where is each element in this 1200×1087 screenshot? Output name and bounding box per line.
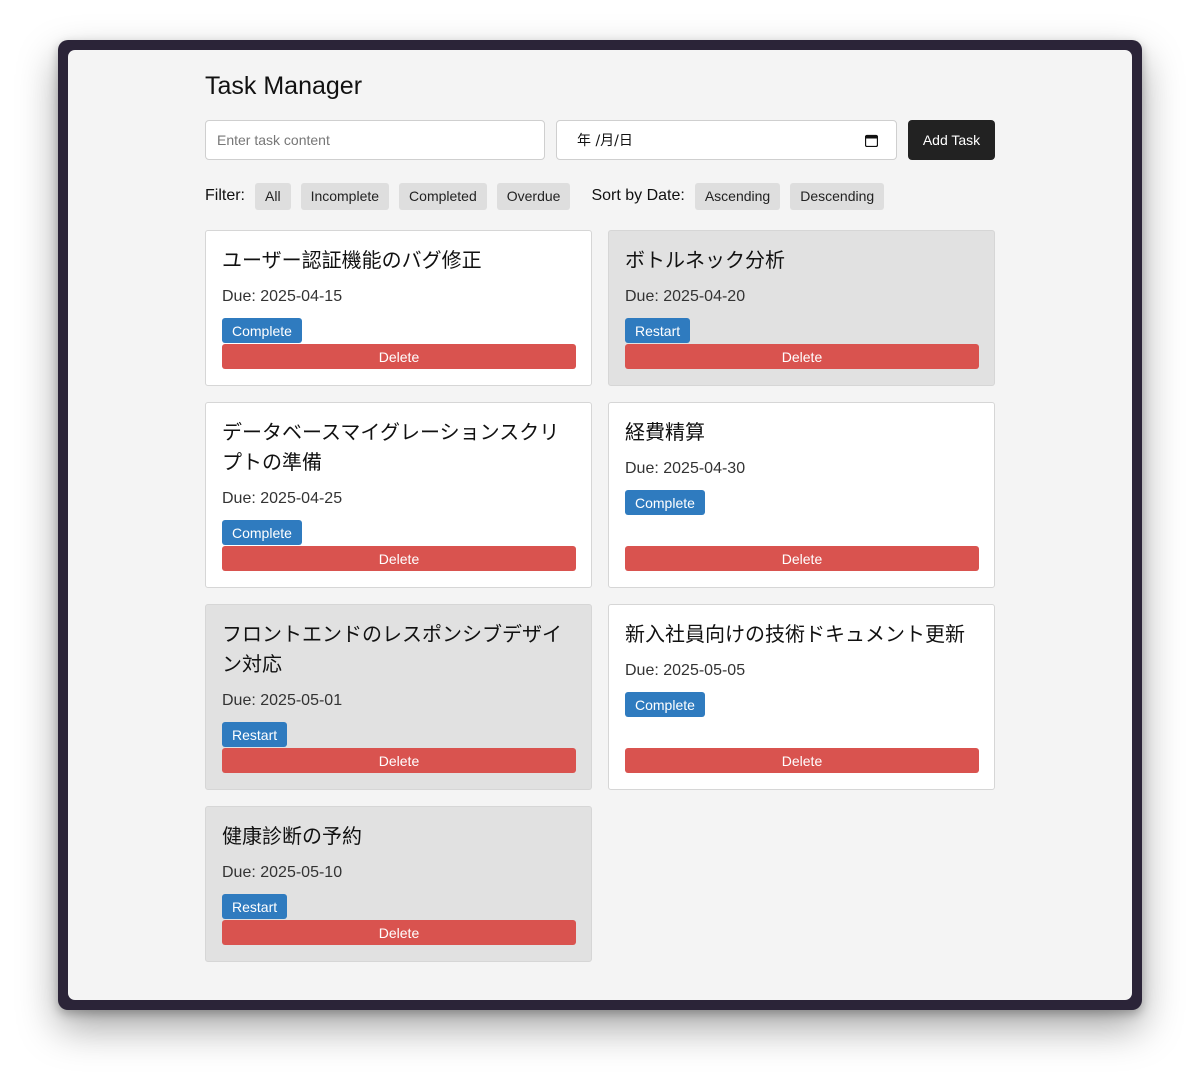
task-card: 新入社員向けの技術ドキュメント更新 Due: 2025-05-05 Comple… bbox=[608, 604, 995, 790]
task-card: ボトルネック分析 Due: 2025-04-20 Restart Delete bbox=[608, 230, 995, 386]
delete-button[interactable]: Delete bbox=[222, 920, 576, 945]
task-title: フロントエンドのレスポンシブデザイン対応 bbox=[222, 624, 562, 676]
delete-button[interactable]: Delete bbox=[625, 344, 979, 369]
page-title: Task Manager bbox=[205, 72, 363, 100]
task-card: データベースマイグレーションスクリプトの準備 Due: 2025-04-25 C… bbox=[205, 402, 592, 588]
delete-button[interactable]: Delete bbox=[625, 748, 979, 773]
sort-label: Sort by Date: bbox=[591, 187, 685, 204]
browser-window: Task Manager 年 /月/日 Add Task Filter: A bbox=[68, 50, 1132, 1000]
filter-overdue-button[interactable]: Overdue bbox=[496, 182, 571, 210]
delete-button[interactable]: Delete bbox=[222, 748, 576, 773]
sort-descending-button[interactable]: Descending bbox=[790, 182, 885, 210]
filter-all-button[interactable]: All bbox=[255, 182, 291, 210]
task-title: 新入社員向けの技術ドキュメント更新 bbox=[625, 624, 965, 646]
restart-button[interactable]: Restart bbox=[625, 318, 691, 343]
add-task-form: 年 /月/日 Add Task bbox=[205, 120, 995, 162]
task-due-date: Due: 2025-05-01 bbox=[222, 692, 343, 709]
window-frame: Task Manager 年 /月/日 Add Task Filter: A bbox=[58, 40, 1142, 1010]
delete-button[interactable]: Delete bbox=[222, 344, 576, 369]
task-card: フロントエンドのレスポンシブデザイン対応 Due: 2025-05-01 Res… bbox=[205, 604, 592, 790]
delete-button[interactable]: Delete bbox=[222, 546, 576, 571]
task-due-date: Due: 2025-04-15 bbox=[222, 288, 343, 305]
task-card: 経費精算 Due: 2025-04-30 Complete Delete bbox=[608, 402, 995, 588]
task-title: 経費精算 bbox=[625, 422, 705, 444]
due-date-input[interactable]: 年 /月/日 bbox=[556, 120, 897, 160]
date-placeholder: 年 /月/日 bbox=[577, 133, 633, 149]
task-card: 健康診断の予約 Due: 2025-05-10 Restart Delete bbox=[205, 806, 592, 962]
add-task-button[interactable]: Add Task bbox=[908, 120, 995, 160]
task-content-input[interactable] bbox=[205, 120, 545, 160]
task-title: 健康診断の予約 bbox=[222, 826, 362, 848]
calendar-icon[interactable] bbox=[864, 134, 879, 147]
filter-completed-button[interactable]: Completed bbox=[399, 182, 487, 210]
filter-sort-bar: Filter: All Incomplete Completed Overdue… bbox=[205, 182, 894, 210]
restart-button[interactable]: Restart bbox=[222, 894, 288, 919]
task-title: データベースマイグレーションスクリプトの準備 bbox=[222, 422, 560, 474]
task-due-date: Due: 2025-05-05 bbox=[625, 662, 746, 679]
complete-button[interactable]: Complete bbox=[625, 490, 705, 515]
sort-ascending-button[interactable]: Ascending bbox=[694, 182, 781, 210]
complete-button[interactable]: Complete bbox=[222, 318, 302, 343]
task-title: ユーザー認証機能のバグ修正 bbox=[222, 250, 482, 272]
filter-incomplete-button[interactable]: Incomplete bbox=[300, 182, 390, 210]
task-due-date: Due: 2025-05-10 bbox=[222, 864, 343, 881]
task-due-date: Due: 2025-04-30 bbox=[625, 460, 746, 477]
delete-button[interactable]: Delete bbox=[625, 546, 979, 571]
restart-button[interactable]: Restart bbox=[222, 722, 288, 747]
filter-label: Filter: bbox=[205, 187, 245, 204]
complete-button[interactable]: Complete bbox=[222, 520, 302, 545]
task-title: ボトルネック分析 bbox=[625, 250, 785, 272]
complete-button[interactable]: Complete bbox=[625, 692, 705, 717]
task-card: ユーザー認証機能のバグ修正 Due: 2025-04-15 Complete D… bbox=[205, 230, 592, 386]
task-due-date: Due: 2025-04-25 bbox=[222, 490, 343, 507]
task-due-date: Due: 2025-04-20 bbox=[625, 288, 746, 305]
